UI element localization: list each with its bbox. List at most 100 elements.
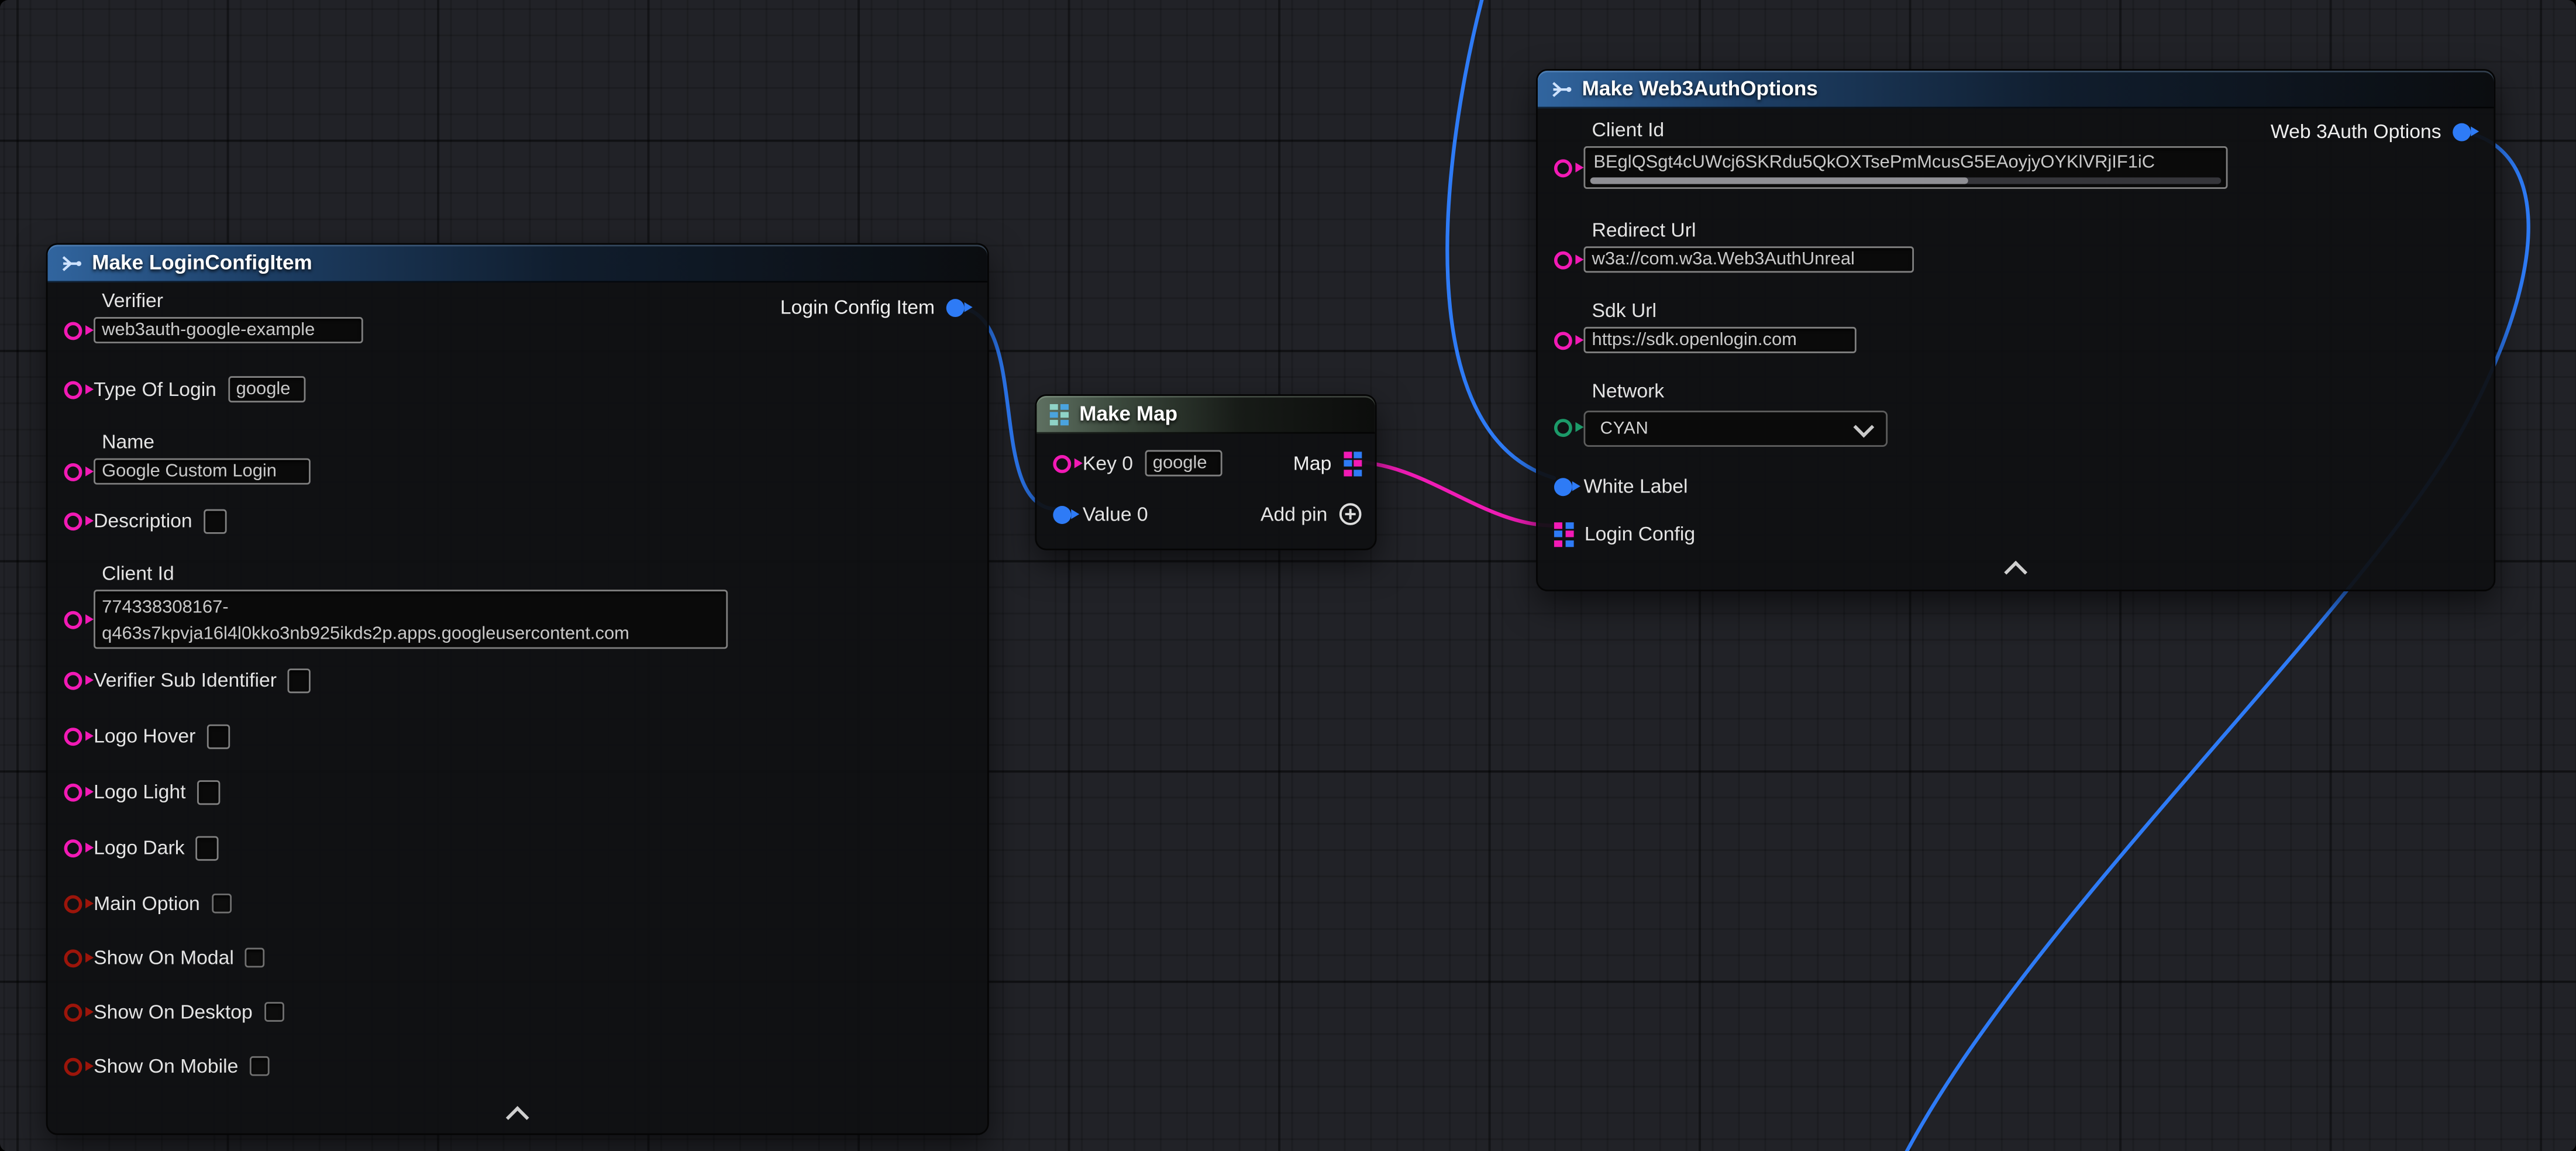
description-input[interactable]: [204, 508, 226, 533]
pin-client-id[interactable]: [1554, 158, 1572, 177]
output-pin-label-map: Map: [1293, 452, 1332, 474]
key0-input[interactable]: google: [1145, 450, 1222, 477]
field-verifier-sub-identifier: Verifier Sub Identifier: [64, 664, 971, 697]
wire-map-to-login-config[interactable]: [1349, 461, 1554, 526]
pin-type-of-login[interactable]: [64, 380, 82, 398]
map-output-pin[interactable]: [1343, 451, 1362, 475]
pin-logo-dark[interactable]: [64, 839, 82, 857]
logo-light-input[interactable]: [197, 780, 220, 804]
client-id-line1: 774338308167-: [102, 595, 719, 621]
pin-white-label[interactable]: [1554, 477, 1572, 495]
field-label-client-id: Client Id: [102, 562, 971, 587]
pin-sdk-url[interactable]: [1554, 331, 1572, 349]
chevron-down-icon: [1853, 416, 1874, 437]
redirect-url-input[interactable]: w3a://com.w3a.Web3AuthUnreal: [1583, 246, 1914, 273]
chevron-up-icon: [2004, 561, 2027, 584]
make-struct-icon: [61, 252, 82, 274]
network-select[interactable]: CYAN: [1583, 411, 1888, 447]
pin-main-option[interactable]: [64, 894, 82, 912]
add-pin-icon: [1339, 502, 1362, 525]
pin-network[interactable]: [1554, 418, 1572, 436]
field-description: Description: [64, 504, 971, 537]
collapse-node-button[interactable]: [498, 1105, 537, 1125]
make-struct-icon: [1551, 78, 1572, 99]
show-on-mobile-checkbox[interactable]: [250, 1056, 270, 1076]
pin-login-config[interactable]: [1554, 522, 1573, 546]
field-label-redirect-url: Redirect Url: [1592, 219, 2478, 243]
field-show-on-desktop: Show On Desktop: [64, 995, 971, 1028]
name-input[interactable]: Google Custom Login: [94, 459, 311, 485]
field-login-config: Login Config: [1554, 518, 2477, 550]
verifier-sub-identifier-input[interactable]: [288, 668, 311, 692]
pin-key0[interactable]: [1053, 454, 1071, 473]
verifier-input[interactable]: web3auth-google-example: [94, 317, 363, 343]
node-make-loginconfigitem[interactable]: Make LoginConfigItem Login Config Item V…: [46, 243, 989, 1135]
node-title: Make Map: [1079, 402, 1177, 425]
blueprint-graph-canvas[interactable]: Make LoginConfigItem Login Config Item V…: [0, 0, 2576, 1151]
logo-dark-input[interactable]: [196, 835, 219, 860]
field-label-network: Network: [1592, 380, 2478, 404]
network-selected-value: CYAN: [1600, 419, 1649, 439]
output-pin-login-config-item[interactable]: [946, 298, 965, 316]
show-on-modal-checkbox[interactable]: [246, 948, 266, 968]
node-header-make-map[interactable]: Make Map: [1036, 396, 1375, 434]
field-label-verifier-sub-identifier: Verifier Sub Identifier: [94, 668, 277, 692]
pin-description[interactable]: [64, 512, 82, 530]
client-id-input[interactable]: BEglQSgt4cUWcj6SKRdu5QkOXTsePmMcusG5EAoy…: [1583, 146, 2227, 189]
field-name: Name Google Custom Login: [64, 430, 971, 485]
field-label-show-on-desktop: Show On Desktop: [94, 1000, 253, 1024]
add-pin-button[interactable]: Add pin: [1261, 502, 1362, 526]
node-make-web3authoptions[interactable]: Make Web3AuthOptions Web 3Auth Options C…: [1536, 69, 2495, 591]
node-make-map[interactable]: Make Map Key 0 google Map: [1035, 394, 1376, 550]
field-label-key0: Key 0: [1083, 451, 1133, 475]
field-label-login-config: Login Config: [1585, 522, 1695, 546]
collapse-node-button[interactable]: [1996, 560, 2035, 580]
field-label-sdk-url: Sdk Url: [1592, 299, 2478, 323]
field-show-on-modal: Show On Modal: [64, 941, 971, 974]
sdk-url-input[interactable]: https://sdk.openlogin.com: [1583, 327, 1856, 353]
field-label-name: Name: [102, 430, 971, 455]
output-row-login-config-item: Login Config Item: [780, 296, 973, 319]
output-pin-label: Web 3Auth Options: [2271, 120, 2441, 143]
logo-hover-input[interactable]: [207, 723, 230, 748]
field-show-on-mobile: Show On Mobile: [64, 1050, 971, 1083]
chevron-up-icon: [506, 1106, 529, 1129]
field-label-type-of-login: Type Of Login: [94, 377, 216, 402]
field-logo-light: Logo Light: [64, 776, 971, 808]
field-sdk-url: Sdk Url https://sdk.openlogin.com: [1554, 299, 2477, 353]
pin-client-id[interactable]: [64, 610, 82, 628]
field-client-id: Client Id 774338308167- q463s7kpvja16l4l…: [64, 562, 971, 649]
pin-verifier-sub-identifier[interactable]: [64, 671, 82, 689]
pin-show-on-desktop[interactable]: [64, 1003, 82, 1021]
pin-verifier[interactable]: [64, 321, 82, 339]
pin-logo-hover[interactable]: [64, 727, 82, 745]
node-title: Make LoginConfigItem: [92, 251, 312, 274]
pin-redirect-url[interactable]: [1554, 250, 1572, 268]
pin-name[interactable]: [64, 463, 82, 481]
horizontal-scrollbar[interactable]: [1590, 177, 2222, 184]
field-label-show-on-mobile: Show On Mobile: [94, 1054, 238, 1078]
field-type-of-login: Type Of Login google: [64, 373, 971, 406]
node-header-make-loginconfigitem[interactable]: Make LoginConfigItem: [47, 244, 987, 282]
pin-value0[interactable]: [1053, 505, 1071, 523]
client-id-line2: q463s7kpvja16l4l0kko3nb925ikds2p.apps.go…: [102, 621, 719, 647]
add-pin-label: Add pin: [1261, 502, 1327, 526]
node-title: Make Web3AuthOptions: [1582, 77, 1818, 100]
node-header-make-web3authoptions[interactable]: Make Web3AuthOptions: [1538, 71, 2494, 109]
field-label-description: Description: [94, 508, 192, 533]
scrollbar-thumb[interactable]: [1590, 177, 1969, 184]
output-pin-label: Login Config Item: [780, 296, 935, 319]
field-label-main-option: Main Option: [94, 891, 200, 916]
type-of-login-input[interactable]: google: [228, 376, 305, 402]
pin-show-on-mobile[interactable]: [64, 1057, 82, 1075]
pin-show-on-modal[interactable]: [64, 949, 82, 967]
field-label-logo-hover: Logo Hover: [94, 723, 195, 748]
make-map-icon: [1050, 404, 1070, 425]
field-label-logo-dark: Logo Dark: [94, 835, 185, 860]
output-pin-web3auth-options[interactable]: [2453, 122, 2471, 140]
field-logo-hover: Logo Hover: [64, 719, 971, 752]
client-id-input[interactable]: 774338308167- q463s7kpvja16l4l0kko3nb925…: [94, 590, 728, 649]
pin-logo-light[interactable]: [64, 783, 82, 801]
show-on-desktop-checkbox[interactable]: [264, 1002, 284, 1022]
main-option-checkbox[interactable]: [211, 894, 231, 914]
